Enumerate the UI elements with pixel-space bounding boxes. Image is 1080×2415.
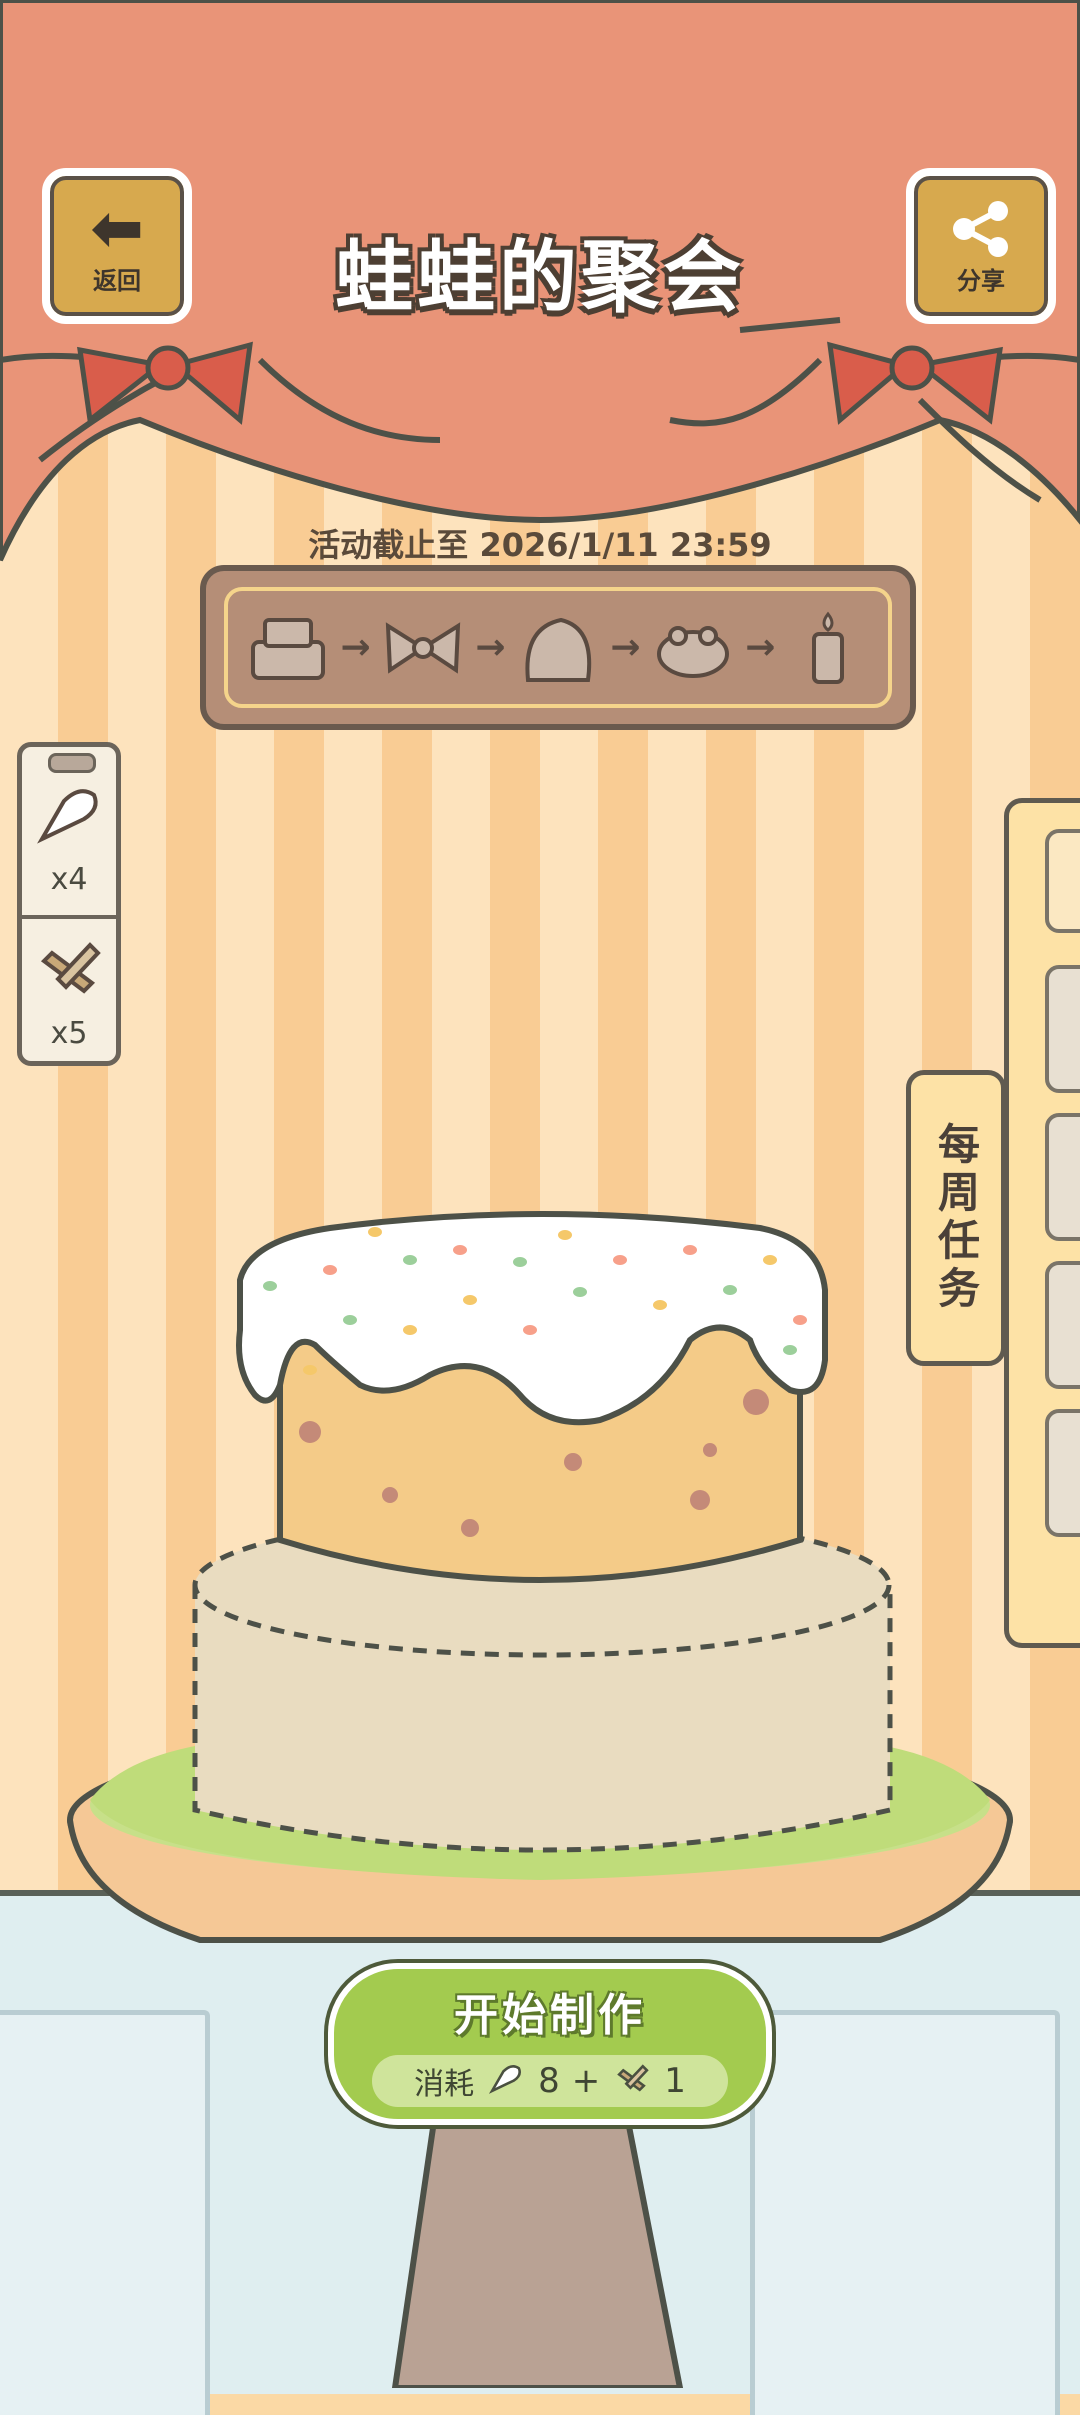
inventory-slot-piping-bag[interactable]: x4 — [22, 757, 116, 907]
start-making-button[interactable]: 开始制作 消耗 8 + 1 — [328, 1963, 772, 2125]
cost-row: 消耗 8 + 1 — [372, 2055, 728, 2107]
frog-icon — [645, 600, 741, 696]
cost-plus: + — [571, 2061, 601, 2101]
arrow-right-icon: → — [610, 627, 641, 668]
arrow-right-icon: → — [475, 627, 506, 668]
bow-icon — [375, 600, 471, 696]
cake-base-icon — [240, 600, 336, 696]
task-panel[interactable] — [1004, 798, 1080, 1648]
arrow-right-icon: → — [340, 627, 371, 668]
piping-bag-icon — [486, 2059, 526, 2104]
cost-a: 8 — [538, 2061, 560, 2101]
share-label: 分享 — [957, 266, 1005, 295]
candle-icon — [780, 600, 876, 696]
spatula-tools-icon — [34, 931, 104, 1016]
cream-icon — [510, 600, 606, 696]
share-icon — [953, 200, 1008, 257]
piping-bag-icon — [34, 777, 104, 862]
event-deadline: 活动截止至 2026/1/11 23:59 — [308, 526, 772, 564]
spatula-tools-icon — [612, 2059, 652, 2104]
stage-progress: → → → → — [200, 565, 916, 730]
task-card[interactable] — [1045, 965, 1080, 1093]
task-card[interactable] — [1045, 1409, 1080, 1537]
share-button[interactable]: 分享 — [906, 168, 1056, 324]
cost-label: 消耗 — [414, 2067, 475, 2102]
start-label: 开始制作 — [454, 1990, 646, 2041]
cost-b: 1 — [664, 2061, 686, 2101]
inventory-panel: x4 x5 — [17, 742, 121, 1066]
inventory-slot-tools[interactable]: x5 — [22, 911, 116, 1061]
stand-column — [391, 2077, 684, 2388]
weekly-tasks-tab[interactable]: 每周任务 — [906, 1070, 1006, 1366]
arrow-right-icon: → — [745, 627, 776, 668]
task-card[interactable] — [1045, 829, 1080, 933]
task-card[interactable] — [1045, 1261, 1080, 1389]
task-card[interactable] — [1045, 1113, 1080, 1241]
